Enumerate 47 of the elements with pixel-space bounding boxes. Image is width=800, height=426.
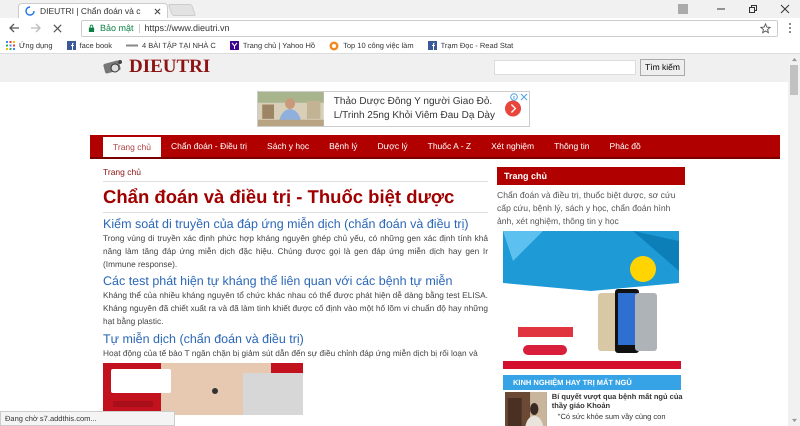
nav-tab[interactable]: Bệnh lý: [319, 135, 368, 157]
page-heading: Chẩn đoán và điều trị - Thuốc biệt dược: [103, 186, 488, 213]
logo-icon: [103, 59, 125, 75]
star-icon[interactable]: [760, 22, 771, 34]
address-bar[interactable]: Bảo mật https://www.dieutri.vn: [81, 20, 778, 36]
ad-text: Thảo Dược Đông Y người Giao Đỏ.: [334, 94, 494, 108]
article-summary: Kháng thể của nhiều kháng nguyên tổ chức khác nhau có thể được phát hiện dễ dàng bằng test ELISA. Kháng nguyên đã chiết xuất ra và đã làm tinh khiết được cố định vào một hố lõm vi chuẩn độ hay những hạt bằng plastic.: [103, 289, 488, 328]
close-icon[interactable]: [780, 4, 790, 14]
nav-tab[interactable]: Phác đồ: [600, 135, 651, 157]
article-link[interactable]: Kiểm soát di truyền của đáp ứng miễn dịch (chẩn đoán và điều trị): [103, 217, 488, 231]
menu-icon[interactable]: [788, 22, 792, 34]
nav-tab[interactable]: Chẩn đoán - Điều trị: [160, 135, 258, 157]
scroll-down-icon[interactable]: [790, 418, 798, 423]
restore-icon[interactable]: [748, 4, 758, 14]
ad-text: L/Trinh 25ng Khỏi Viêm Đau Dạ Dày: [334, 108, 495, 122]
back-icon[interactable]: [8, 22, 20, 34]
sidebar-text: Chẩn đoán và điều trị, thuốc biệt dược, sơ cứu cấp cứu, bệnh lý, sách y học, chẩn đoán hình ảnh, xét nghiệm, thông tin y học: [497, 189, 677, 228]
ad-banner[interactable]: Thảo Dược Đông Y người Giao Đỏ. L/Trinh 25ng Khỏi Viêm Đau Dạ Dày: [257, 90, 530, 126]
site-logo[interactable]: DIEUTRI: [129, 56, 210, 78]
article-link[interactable]: Tự miễn dịch (chẩn đoán và điều trị): [103, 332, 488, 346]
article-link[interactable]: Các test phát hiện tự kháng thể liên quan với các bệnh tự miễn: [103, 274, 488, 288]
ad-info-icon[interactable]: [510, 92, 528, 100]
stop-icon[interactable]: [52, 22, 63, 34]
scrollbar-thumb[interactable]: [790, 65, 798, 95]
browser-tab[interactable]: DIEUTRI | Chẩn đoán và c: [18, 3, 168, 18]
nav-tab[interactable]: Trang chủ: [103, 137, 161, 157]
nav-tab[interactable]: Sách y học: [257, 135, 320, 157]
nav-tab[interactable]: Xét nghiệm: [481, 135, 544, 157]
article-summary: Trong vùng di truyền xác định phức hợp kháng nguyên ghép chủ yếu, có những gen xác định tính khả năng làm tăng đáp ứng miễn dịch đặc hiệu. Chúng được gọi là gen đáp ứng miễn dịch hay gen Ir (Immune response).: [103, 232, 488, 270]
nav-tab[interactable]: Dược lý: [367, 135, 418, 157]
yahoo-icon: [230, 41, 239, 50]
facebook-icon: [66, 41, 76, 50]
scroll-up-icon[interactable]: [790, 57, 798, 62]
close-icon[interactable]: [154, 8, 161, 14]
search-button[interactable]: Tìm kiếm: [640, 58, 685, 76]
apps-grid-icon: [6, 41, 15, 50]
arrow-button-icon[interactable]: [504, 99, 521, 118]
article-summary: Hoạt động của tế bào T ngăn chặn bị giảm sút dẫn đến sự điều chỉnh đáp ứng miễn dịch bị rối loạn và: [103, 346, 479, 360]
loading-icon: [25, 6, 35, 16]
sidebar-heading: Trang chủ: [497, 167, 685, 185]
nav-tab[interactable]: Thuốc A - Z: [418, 135, 482, 157]
lock-icon: [88, 24, 95, 32]
facebook-icon: [428, 41, 437, 50]
breadcrumb-link[interactable]: Trang chủ: [103, 167, 488, 182]
ring-icon: [329, 40, 340, 50]
search-field[interactable]: [494, 60, 636, 74]
nav-tab[interactable]: Thông tin: [544, 135, 600, 157]
